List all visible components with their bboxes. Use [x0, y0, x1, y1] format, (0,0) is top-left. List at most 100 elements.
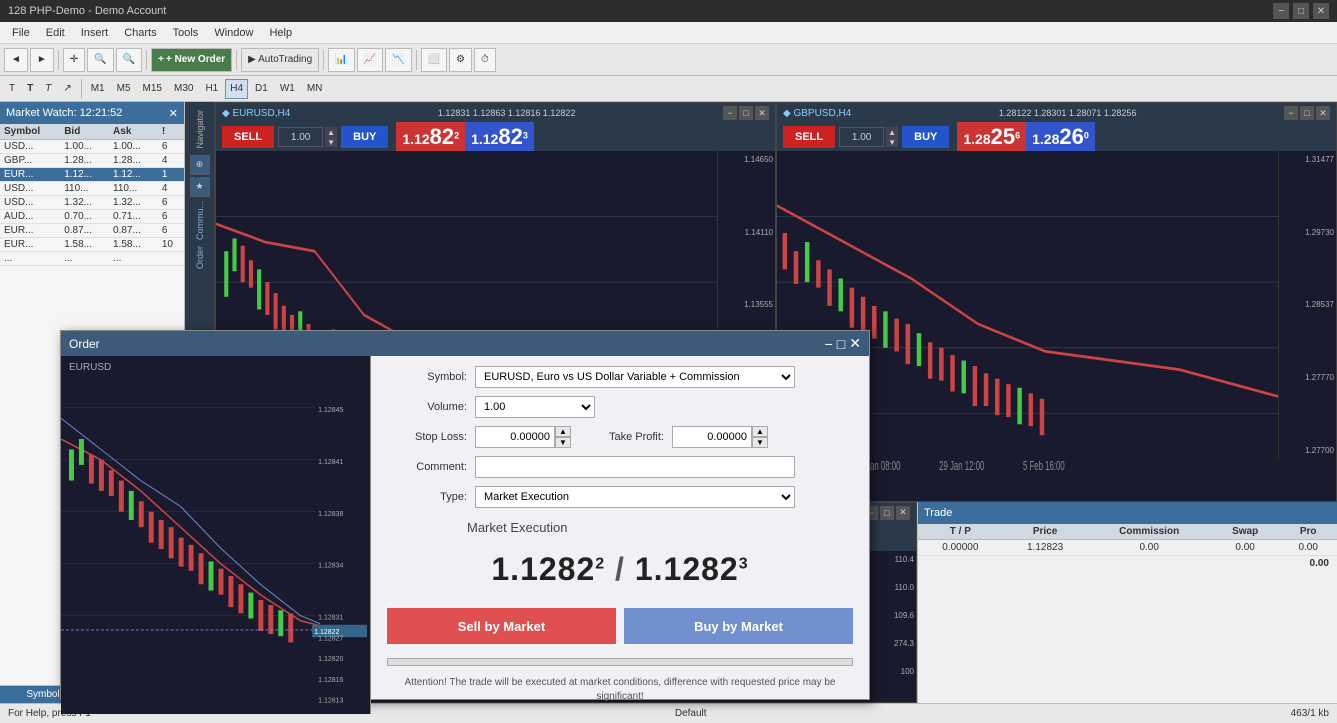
market-watch-row[interactable]: ... ... ... [0, 252, 184, 266]
chart-eurusd-vol-down[interactable]: ▼ [325, 137, 337, 147]
tool-btn-1[interactable]: ⬜ [421, 48, 447, 72]
market-watch-row[interactable]: EUR... 1.12... 1.12... 1 [0, 168, 184, 182]
menu-tools[interactable]: Tools [165, 25, 207, 41]
chart-gbpusd-vol-up[interactable]: ▲ [886, 127, 898, 137]
tf-w1[interactable]: W1 [275, 79, 300, 99]
mw-symbol: EUR... [0, 224, 60, 238]
market-watch-row[interactable]: EUR... 1.58... 1.58... 10 [0, 238, 184, 252]
chart-type-bar[interactable]: 📊 [328, 48, 354, 72]
stop-loss-down[interactable]: ▼ [555, 437, 571, 448]
tf-m15[interactable]: M15 [138, 79, 167, 99]
take-profit-up[interactable]: ▲ [752, 426, 768, 437]
chart-usdjpy-maximize[interactable]: □ [880, 506, 894, 520]
tf-m1[interactable]: M1 [86, 79, 110, 99]
mw-bid: 110... [60, 182, 109, 196]
zoom-in-button[interactable]: 🔍 [87, 48, 113, 72]
take-profit-spin: ▲ ▼ [752, 426, 768, 448]
chart-eurusd-minimize[interactable]: − [723, 106, 737, 120]
autotrading-button[interactable]: ▶ AutoTrading [241, 48, 319, 72]
tf-mn[interactable]: MN [302, 79, 328, 99]
sell-by-market-button[interactable]: Sell by Market [387, 608, 616, 644]
mw-ask: 1.28... [109, 154, 158, 168]
order-dialog-close[interactable]: ✕ [849, 335, 861, 352]
maximize-button[interactable]: □ [1293, 3, 1309, 19]
chart-eurusd-sell-btn[interactable]: SELL [222, 126, 274, 148]
chart-gbpusd-symbol: ◆ GBPUSD,H4 [783, 108, 851, 119]
chart-gbpusd-volume-input[interactable] [839, 127, 884, 147]
chart-gbpusd-minimize[interactable]: − [1284, 106, 1298, 120]
market-watch-row[interactable]: GBP... 1.28... 1.28... 4 [0, 154, 184, 168]
market-watch-row[interactable]: USD... 1.32... 1.32... 6 [0, 196, 184, 210]
sl-tp-row: Stop Loss: ▲ ▼ Take Profit: ▲ ▼ [387, 426, 853, 448]
order-dialog-minimize[interactable]: − [825, 335, 833, 352]
menu-help[interactable]: Help [261, 25, 300, 41]
market-watch-header-row: Symbol Bid Ask ! [0, 124, 184, 140]
chart-usdjpy-close[interactable]: ✕ [896, 506, 910, 520]
tool-btn-3[interactable]: ⏱ [474, 48, 496, 72]
menu-charts[interactable]: Charts [116, 25, 164, 41]
order-dialog-maximize[interactable]: □ [837, 335, 845, 352]
take-profit-down[interactable]: ▼ [752, 437, 768, 448]
chart-type-candle[interactable]: 📈 [357, 48, 383, 72]
terminal-table: T / P Price Commission Swap Pro 0.00000 … [918, 524, 1337, 556]
chart-eurusd-close[interactable]: ✕ [755, 106, 769, 120]
chart-gbpusd-close[interactable]: ✕ [1316, 106, 1330, 120]
mw-symbol: GBP... [0, 154, 60, 168]
market-watch-row[interactable]: USD... 110... 110... 4 [0, 182, 184, 196]
chart-gbpusd-vol-down[interactable]: ▼ [886, 137, 898, 147]
stop-loss-up[interactable]: ▲ [555, 426, 571, 437]
mw-ask: 1.00... [109, 140, 158, 154]
volume-select[interactable]: 1.00 [475, 396, 595, 418]
svg-text:1.12834: 1.12834 [318, 562, 343, 570]
term-pro: 0.00 [1279, 539, 1337, 555]
type-select[interactable]: Market Execution [475, 486, 795, 508]
buy-by-market-button[interactable]: Buy by Market [624, 608, 853, 644]
chart-text-tool[interactable]: T [4, 79, 20, 99]
stop-loss-input[interactable] [475, 426, 555, 448]
comment-input[interactable] [475, 456, 795, 478]
menu-window[interactable]: Window [206, 25, 261, 41]
chart-eurusd-volume-input[interactable] [278, 127, 323, 147]
menu-file[interactable]: File [4, 25, 38, 41]
market-watch-row[interactable]: USD... 1.00... 1.00... 6 [0, 140, 184, 154]
market-watch-row[interactable]: EUR... 0.87... 0.87... 6 [0, 224, 184, 238]
take-profit-input[interactable] [672, 426, 752, 448]
svg-text:1.12820: 1.12820 [318, 655, 343, 663]
crosshair-button[interactable]: ✛ [63, 48, 85, 72]
chart-italic-tool[interactable]: T [40, 79, 56, 99]
tf-m30[interactable]: M30 [169, 79, 198, 99]
close-button[interactable]: ✕ [1313, 3, 1329, 19]
nav-icon-1[interactable]: ⊕ [190, 155, 210, 175]
new-order-button[interactable]: + + New Order [151, 48, 232, 72]
market-watch-close[interactable]: ✕ [169, 107, 178, 120]
chart-draw-tool[interactable]: ↗ [58, 79, 76, 99]
tf-m5[interactable]: M5 [112, 79, 136, 99]
col-symbol: Symbol [0, 124, 60, 140]
menu-edit[interactable]: Edit [38, 25, 73, 41]
order-mini-chart: EURUSD [61, 356, 371, 714]
new-order-label: + New Order [166, 54, 225, 65]
market-execution-label: Market Execution [387, 516, 853, 535]
chart-eurusd-maximize[interactable]: □ [739, 106, 753, 120]
forward-button[interactable]: ► [30, 48, 54, 72]
stop-loss-label: Stop Loss: [387, 431, 467, 443]
chart-type-line[interactable]: 📉 [385, 48, 411, 72]
chart-gbpusd-sell-btn[interactable]: SELL [783, 126, 835, 148]
svg-text:5 Feb 16:00: 5 Feb 16:00 [1023, 459, 1065, 473]
symbol-select[interactable]: EURUSD, Euro vs US Dollar Variable + Com… [475, 366, 795, 388]
chart-bold-tool[interactable]: T [22, 79, 38, 99]
back-button[interactable]: ◄ [4, 48, 28, 72]
chart-eurusd-vol-up[interactable]: ▲ [325, 127, 337, 137]
nav-icon-2[interactable]: ★ [190, 177, 210, 197]
chart-eurusd-buy-btn[interactable]: BUY [341, 126, 388, 148]
minimize-button[interactable]: − [1273, 3, 1289, 19]
menu-insert[interactable]: Insert [73, 25, 117, 41]
market-watch-row[interactable]: AUD... 0.70... 0.71... 6 [0, 210, 184, 224]
tool-btn-2[interactable]: ⚙ [449, 48, 472, 72]
chart-gbpusd-buy-btn[interactable]: BUY [902, 126, 949, 148]
zoom-out-button[interactable]: 🔍 [116, 48, 142, 72]
chart-gbpusd-maximize[interactable]: □ [1300, 106, 1314, 120]
tf-h4[interactable]: H4 [225, 79, 248, 99]
tf-d1[interactable]: D1 [250, 79, 273, 99]
tf-h1[interactable]: H1 [200, 79, 223, 99]
